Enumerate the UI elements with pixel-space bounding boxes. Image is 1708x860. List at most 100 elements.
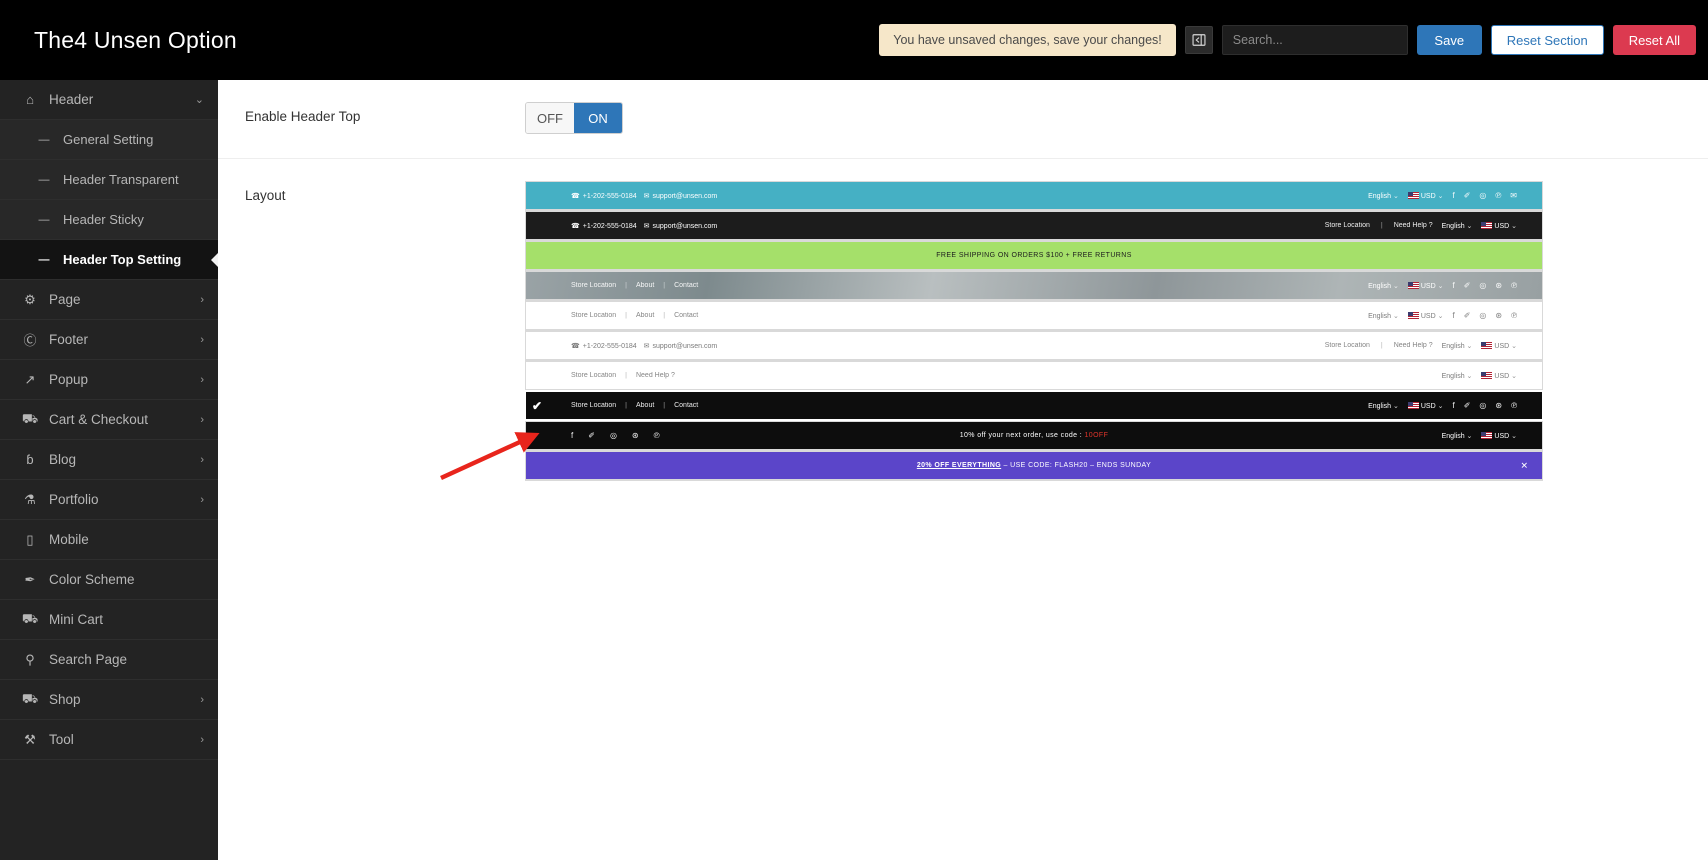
sidebar-item-general-setting[interactable]: — General Setting (0, 120, 218, 160)
layout-link[interactable]: Store Location (571, 402, 616, 409)
instagram-icon[interactable]: ◎ (1479, 281, 1486, 290)
instagram-icon[interactable]: ◎ (1479, 311, 1486, 320)
sidebar-item-footer[interactable]: Ⓒ Footer › (0, 320, 218, 360)
currency-selector[interactable]: USD ⌄ (1407, 312, 1443, 320)
layout-link[interactable]: Need Help ? (636, 372, 675, 379)
sidebar-item-cart-checkout[interactable]: ⛟ Cart & Checkout › (0, 400, 218, 440)
sidebar-item-popup[interactable]: ↗ Popup › (0, 360, 218, 400)
currency-selector[interactable]: USD ⌄ (1407, 192, 1443, 200)
sidebar-item-blog[interactable]: ɓ Blog › (0, 440, 218, 480)
layout-link[interactable]: About (636, 282, 654, 289)
layout-option-row[interactable]: f ✐ ◎ ⊛ ℗ 10% off your next order, use code :… (526, 422, 1542, 449)
facebook-icon[interactable]: f (1452, 281, 1454, 290)
sidebar-item-color-scheme[interactable]: ✒ Color Scheme (0, 560, 218, 600)
language-selector[interactable]: English ⌄ (1442, 372, 1473, 380)
sidebar-item-header[interactable]: ⌂ Header ⌄ (0, 80, 218, 120)
currency-selector[interactable]: USD ⌄ (1481, 342, 1517, 350)
twitter-icon[interactable]: ✐ (1464, 281, 1471, 290)
layout-option-row[interactable]: FREE SHIPPING ON ORDERS $100 + FREE RETU… (526, 242, 1542, 269)
sidebar-item-search-page[interactable]: ⚲ Search Page (0, 640, 218, 680)
home-icon: ⌂ (26, 92, 34, 107)
collapse-panel-icon[interactable] (1184, 26, 1213, 54)
layout-link[interactable]: Store Location (571, 312, 616, 319)
facebook-icon[interactable]: f (1452, 401, 1454, 410)
sidebar-item-shop[interactable]: ⛟ Shop › (0, 680, 218, 720)
sidebar-item-header-transparent[interactable]: — Header Transparent (0, 160, 218, 200)
layout-link[interactable]: Contact (674, 312, 698, 319)
chevron-down-icon: ⌄ (1391, 312, 1399, 320)
reset-all-button[interactable]: Reset All (1612, 25, 1696, 55)
currency-selector[interactable]: USD ⌄ (1481, 222, 1517, 230)
language-value: English (1368, 312, 1392, 320)
email-icon[interactable]: ✉ (1510, 191, 1517, 200)
layout-row-left: Store Location | About | Contact (526, 312, 698, 319)
layout-row-right: Store Location | Need Help ? English ⌄ USD ⌄ (1325, 222, 1542, 230)
twitter-icon[interactable]: ✐ (1464, 311, 1471, 320)
rss-icon: ɓ (26, 452, 34, 467)
layout-link[interactable]: Contact (674, 402, 698, 409)
topbar-actions: You have unsaved changes, save your chan… (879, 24, 1708, 56)
currency-selector[interactable]: USD ⌄ (1407, 282, 1443, 290)
layout-option-row[interactable]: 20% OFF EVERYTHING – USE CODE: FLASH20 –… (526, 452, 1542, 479)
twitter-icon[interactable]: ✐ (1464, 401, 1471, 410)
layout-link[interactable]: Store Location (571, 282, 616, 289)
sidebar-item-mini-cart[interactable]: ⛟ Mini Cart (0, 600, 218, 640)
language-selector[interactable]: English ⌄ (1368, 192, 1399, 200)
currency-selector[interactable]: USD ⌄ (1481, 372, 1517, 380)
dribbble-icon[interactable]: ⊛ (1495, 401, 1502, 410)
instagram-icon[interactable]: ◎ (1479, 401, 1486, 410)
language-selector[interactable]: English ⌄ (1442, 222, 1473, 230)
sidebar-item-page[interactable]: ⚙ Page › (0, 280, 218, 320)
currency-selector[interactable]: USD ⌄ (1407, 402, 1443, 410)
layout-option-row[interactable]: Store Location | Need Help ? English ⌄ USD ⌄ (526, 362, 1542, 389)
us-flag-icon (1407, 192, 1419, 200)
phone-number: +1-202-555-0184 (582, 222, 637, 230)
layout-link[interactable]: Store Location (1325, 342, 1370, 349)
language-selector[interactable]: English ⌄ (1368, 312, 1399, 320)
enable-header-top-toggle[interactable]: OFF ON (525, 102, 623, 134)
facebook-icon[interactable]: f (1452, 191, 1454, 200)
layout-option-row[interactable]: ☎ +1-202-555-0184 ✉ support@unsen.com Store … (526, 332, 1542, 359)
layout-option-row[interactable]: Store Location | About | Contact English ⌄ USD… (526, 302, 1542, 329)
layout-link[interactable]: About (636, 402, 654, 409)
layout-link[interactable]: About (636, 312, 654, 319)
pinterest-icon[interactable]: ℗ (1495, 191, 1501, 200)
layout-link[interactable]: Need Help ? (1394, 342, 1433, 349)
dash-icon: — (38, 133, 50, 146)
language-selector[interactable]: English ⌄ (1368, 402, 1399, 410)
dribbble-icon[interactable]: ⊛ (1495, 311, 1502, 320)
sidebar-item-tool[interactable]: ⚒ Tool › (0, 720, 218, 760)
language-selector[interactable]: English ⌄ (1368, 282, 1399, 290)
twitter-icon[interactable]: ✐ (1464, 191, 1471, 200)
envelope-icon: ✉ (643, 222, 650, 230)
pinterest-icon[interactable]: ℗ (1511, 401, 1517, 410)
sidebar-item-header-top-setting[interactable]: — Header Top Setting (0, 240, 218, 280)
layout-option-row[interactable]: ✔ Store Location | About | Contact English ⌄ US… (524, 390, 1544, 421)
sidebar-item-header-sticky[interactable]: — Header Sticky (0, 200, 218, 240)
search-input[interactable] (1221, 25, 1408, 55)
layout-option-row[interactable]: ☎ +1-202-555-0184 ✉ support@unsen.com Englis… (526, 182, 1542, 209)
promo-code: 10OFF (1084, 432, 1109, 439)
layout-row-right: English ⌄ USD ⌄ f ✐ ◎ ℗ ✉ (1368, 191, 1542, 200)
separator: | (625, 282, 627, 289)
pinterest-icon[interactable]: ℗ (1511, 281, 1517, 290)
layout-link[interactable]: Contact (674, 282, 698, 289)
layout-option-row[interactable]: ☎ +1-202-555-0184 ✉ support@unsen.com Store … (526, 212, 1542, 239)
facebook-icon[interactable]: f (1452, 311, 1454, 320)
layout-link[interactable]: Need Help ? (1394, 222, 1433, 229)
toggle-option-on[interactable]: ON (574, 103, 622, 133)
sidebar-item-portfolio[interactable]: ⚗ Portfolio › (0, 480, 218, 520)
reset-section-button[interactable]: Reset Section (1490, 25, 1604, 55)
layout-link[interactable]: Store Location (571, 372, 616, 379)
toggle-option-off[interactable]: OFF (526, 103, 574, 133)
chevron-right-icon: › (200, 733, 204, 746)
close-icon[interactable]: ✕ (1520, 460, 1528, 471)
sidebar-item-mobile[interactable]: ▯ Mobile (0, 520, 218, 560)
layout-option-row[interactable]: Store Location | About | Contact English ⌄ USD… (526, 272, 1542, 299)
dribbble-icon[interactable]: ⊛ (1495, 281, 1502, 290)
instagram-icon[interactable]: ◎ (1479, 191, 1486, 200)
language-selector[interactable]: English ⌄ (1442, 342, 1473, 350)
pinterest-icon[interactable]: ℗ (1511, 311, 1517, 320)
layout-link[interactable]: Store Location (1325, 222, 1370, 229)
save-button[interactable]: Save (1416, 25, 1482, 55)
